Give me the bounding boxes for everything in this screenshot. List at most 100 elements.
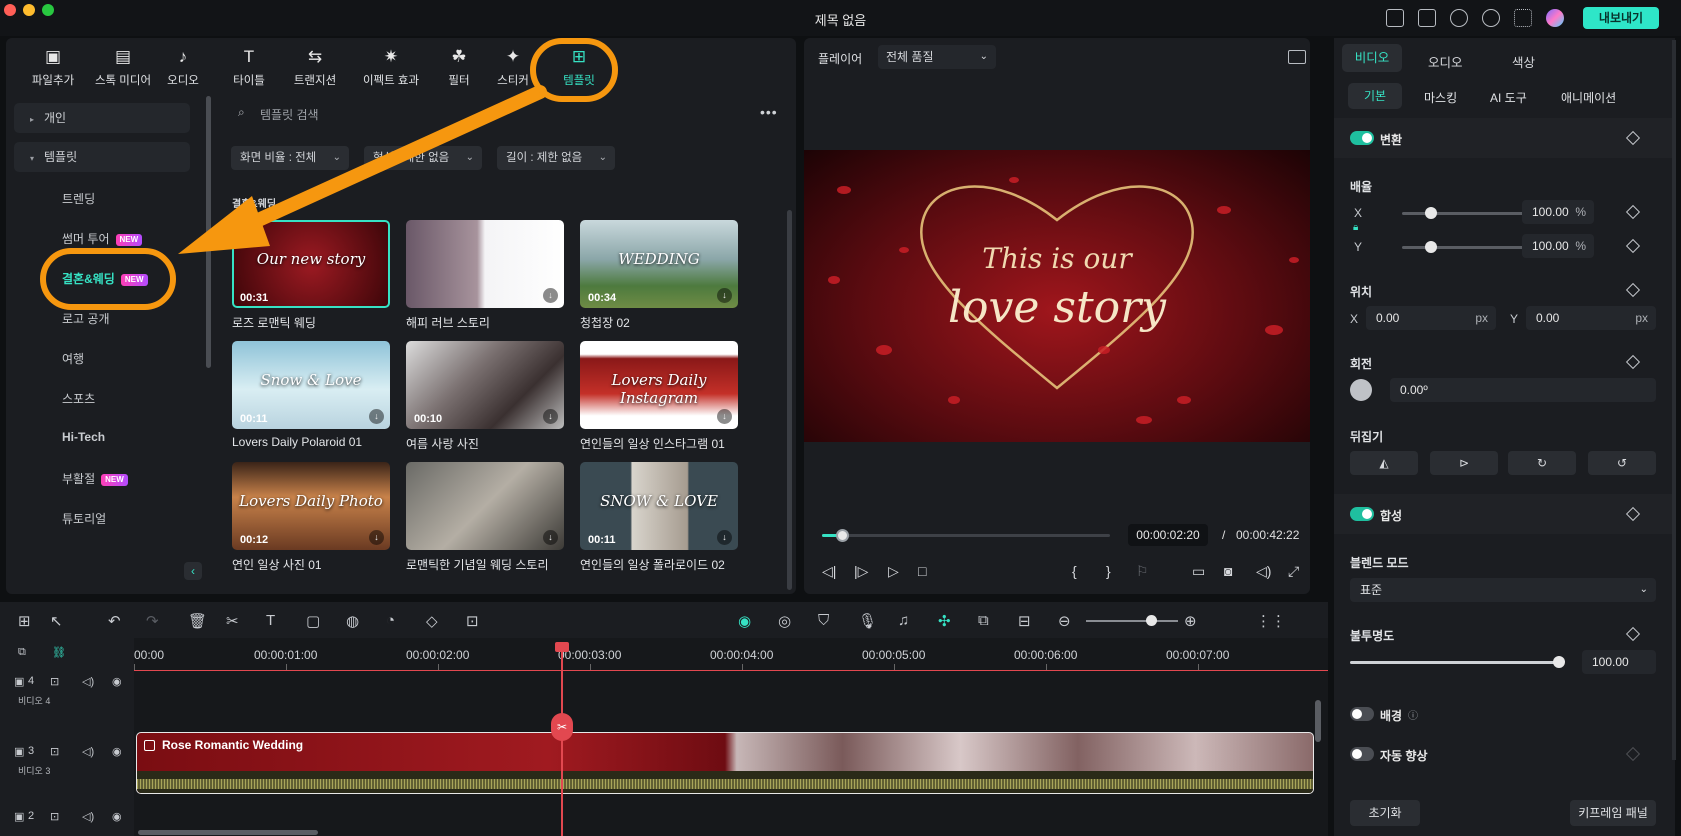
aspect-ratio-filter[interactable]: 화면 비율 : 전체 ⌄ bbox=[231, 146, 349, 170]
download-icon[interactable]: ↓ bbox=[717, 288, 732, 303]
export-button[interactable]: 내보내기 bbox=[1583, 7, 1659, 29]
template-thumbnail[interactable]: ↓ bbox=[406, 220, 564, 308]
tab-transition[interactable]: ⇆ 트랜지션 bbox=[280, 48, 350, 88]
scale-y-field[interactable]: 100.00% bbox=[1522, 234, 1594, 258]
link-icon[interactable]: ⛓︎ bbox=[52, 646, 66, 659]
zoom-knob[interactable] bbox=[1146, 615, 1157, 626]
tab-music[interactable]: ♪ 오디오 bbox=[148, 48, 218, 88]
scale-y-knob[interactable] bbox=[1425, 241, 1437, 253]
display-icon[interactable]: ▭ bbox=[1192, 563, 1205, 580]
sidebar-item-sports[interactable]: 스포츠 bbox=[62, 390, 95, 407]
sidebar-item-logo-reveal[interactable]: 로고 공개 bbox=[62, 310, 110, 327]
sidebar-item-travel[interactable]: 여행 bbox=[62, 350, 84, 367]
subtab-masking[interactable]: 마스킹 bbox=[1424, 89, 1457, 106]
undo-icon[interactable]: ↶ bbox=[108, 612, 121, 630]
sidebar-group-personal[interactable]: ▸ 개인 bbox=[14, 103, 190, 133]
play-icon[interactable]: ▷ bbox=[888, 563, 899, 580]
eye-icon[interactable]: ◉ bbox=[112, 745, 122, 758]
current-time[interactable]: 00:00:02:20 bbox=[1128, 524, 1208, 546]
rotation-dial[interactable] bbox=[1350, 379, 1372, 401]
composite-toggle[interactable] bbox=[1350, 507, 1374, 521]
subtab-basic[interactable]: 기본 bbox=[1348, 83, 1402, 109]
template-thumbnail[interactable]: Snow & Love 00:11 ↓ bbox=[232, 341, 390, 429]
download-icon[interactable]: ↓ bbox=[717, 530, 732, 545]
template-thumbnail[interactable]: Lovers Daily Photo 00:12 ↓ bbox=[232, 462, 390, 550]
blend-mode-select[interactable]: 표준 ⌄ bbox=[1350, 578, 1656, 602]
add-track-icon[interactable]: ⧉ bbox=[18, 646, 26, 659]
track-options-icon[interactable]: ⋮⋮ bbox=[1256, 612, 1286, 630]
marker-icon[interactable]: ⛉ bbox=[818, 612, 829, 629]
tab-color[interactable]: 색상 bbox=[1512, 52, 1535, 71]
scope-icon[interactable] bbox=[1288, 50, 1306, 64]
timeline-vertical-scrollbar[interactable] bbox=[1315, 700, 1321, 742]
scale-x-knob[interactable] bbox=[1425, 207, 1437, 219]
more-options-icon[interactable]: ••• bbox=[760, 104, 778, 120]
headset-icon[interactable] bbox=[1482, 9, 1500, 27]
opacity-slider[interactable] bbox=[1350, 661, 1560, 664]
music-note-icon[interactable]: ♫ bbox=[898, 612, 909, 629]
split-scissors-icon[interactable]: ✂ bbox=[226, 612, 239, 630]
crop-icon[interactable]: ▢ bbox=[306, 612, 320, 630]
download-icon[interactable]: ↓ bbox=[717, 409, 732, 424]
tab-video[interactable]: 비디오 bbox=[1342, 44, 1402, 72]
download-icon[interactable]: ↓ bbox=[369, 530, 384, 545]
eye-icon[interactable]: ◉ bbox=[112, 810, 122, 823]
scale-x-field[interactable]: 100.00% bbox=[1522, 200, 1594, 224]
zoom-out-icon[interactable]: ⊖ bbox=[1058, 612, 1071, 630]
search-input[interactable]: 템플릿 검색 bbox=[260, 106, 319, 123]
template-card[interactable]: Lovers Daily Photo 00:12 ↓ 연인 일상 사진 01 bbox=[232, 462, 390, 573]
template-card[interactable]: 00:10 ↓ 여름 사랑 사진 bbox=[406, 341, 564, 452]
timeline-horizontal-scrollbar[interactable] bbox=[138, 830, 318, 835]
template-search[interactable]: ⌕ 템플릿 검색 bbox=[228, 100, 788, 126]
stop-icon[interactable]: □ bbox=[918, 563, 926, 579]
transform-toggle[interactable] bbox=[1350, 131, 1374, 145]
text-icon[interactable]: T bbox=[266, 612, 275, 629]
save-icon[interactable] bbox=[1418, 9, 1436, 27]
template-card[interactable]: Our new story 00:31 로즈 로맨틱 웨딩 bbox=[232, 220, 390, 331]
template-card[interactable]: WEDDING 00:34 ↓ 청첩장 02 bbox=[580, 220, 738, 331]
tab-text[interactable]: T 타이틀 bbox=[214, 48, 284, 88]
template-thumbnail[interactable]: Our new story 00:31 bbox=[232, 220, 390, 308]
apps-grid-icon[interactable] bbox=[1514, 9, 1532, 27]
download-icon[interactable]: ↓ bbox=[369, 409, 384, 424]
cloud-upload-icon[interactable] bbox=[1450, 9, 1468, 27]
playhead-split-icon[interactable]: ✂ bbox=[551, 713, 573, 741]
rotate-clockwise-button[interactable]: ↻ bbox=[1508, 451, 1576, 475]
delete-icon[interactable]: 🗑︎ bbox=[188, 612, 207, 630]
properties-scrollbar[interactable] bbox=[1672, 40, 1676, 760]
playhead-handle[interactable] bbox=[555, 642, 569, 652]
flag-icon[interactable]: ⚐ bbox=[1136, 563, 1149, 580]
flip-horizontal-button[interactable]: ◭ bbox=[1350, 451, 1418, 475]
snapshot-icon[interactable]: ◙ bbox=[1224, 563, 1232, 579]
audio-edit-icon[interactable]: ⊡ bbox=[466, 612, 479, 630]
template-grid-scrollbar[interactable] bbox=[787, 210, 792, 590]
download-icon[interactable]: ↓ bbox=[543, 288, 558, 303]
color-palette-icon[interactable]: ◍ bbox=[346, 612, 359, 630]
previous-frame-icon[interactable]: ◁| bbox=[822, 563, 836, 580]
tab-image[interactable]: ▣ 파일추가 bbox=[18, 48, 88, 88]
template-card[interactable]: ↓ 해피 러브 스토리 bbox=[406, 220, 564, 331]
sidebar-item-trending[interactable]: 트렌딩 bbox=[62, 190, 95, 207]
next-frame-icon[interactable]: |▷ bbox=[854, 563, 868, 580]
template-card[interactable]: ↓ 로맨틱한 기념일 웨딩 스토리 bbox=[406, 462, 564, 573]
timeline-clip[interactable] bbox=[136, 732, 1314, 794]
layout-grid-icon[interactable]: ⊞ bbox=[18, 612, 31, 630]
render-preview-icon[interactable]: ◎ bbox=[778, 612, 791, 630]
sidebar-scrollbar[interactable] bbox=[206, 96, 211, 368]
eye-icon[interactable]: ◉ bbox=[112, 675, 122, 688]
quality-select[interactable]: 전체 품질 ⌄ bbox=[878, 45, 996, 69]
template-thumbnail[interactable]: WEDDING 00:34 ↓ bbox=[580, 220, 738, 308]
mute-track-icon[interactable]: ◁) bbox=[82, 810, 94, 823]
help-icon[interactable]: ⓘ bbox=[1408, 707, 1418, 722]
template-card[interactable]: Snow & Love 00:11 ↓ Lovers Daily Polaroid 0… bbox=[232, 341, 390, 449]
mute-track-icon[interactable]: ◁) bbox=[82, 675, 94, 688]
microphone-icon[interactable]: 🎙︎ bbox=[858, 612, 877, 630]
download-icon[interactable]: ↓ bbox=[543, 409, 558, 424]
speed-timer-icon[interactable]: ◔ bbox=[386, 612, 395, 629]
format-filter[interactable]: 형식 : 제한 없음 ⌄ bbox=[364, 146, 482, 170]
sidebar-item-tutorial[interactable]: 튜토리얼 bbox=[62, 510, 106, 527]
video-preview[interactable]: This is our love story bbox=[804, 150, 1310, 442]
snap-magnet-icon[interactable]: ✣ bbox=[938, 612, 951, 630]
zoom-slider[interactable] bbox=[1086, 620, 1178, 622]
tab-audio[interactable]: 오디오 bbox=[1428, 52, 1463, 71]
